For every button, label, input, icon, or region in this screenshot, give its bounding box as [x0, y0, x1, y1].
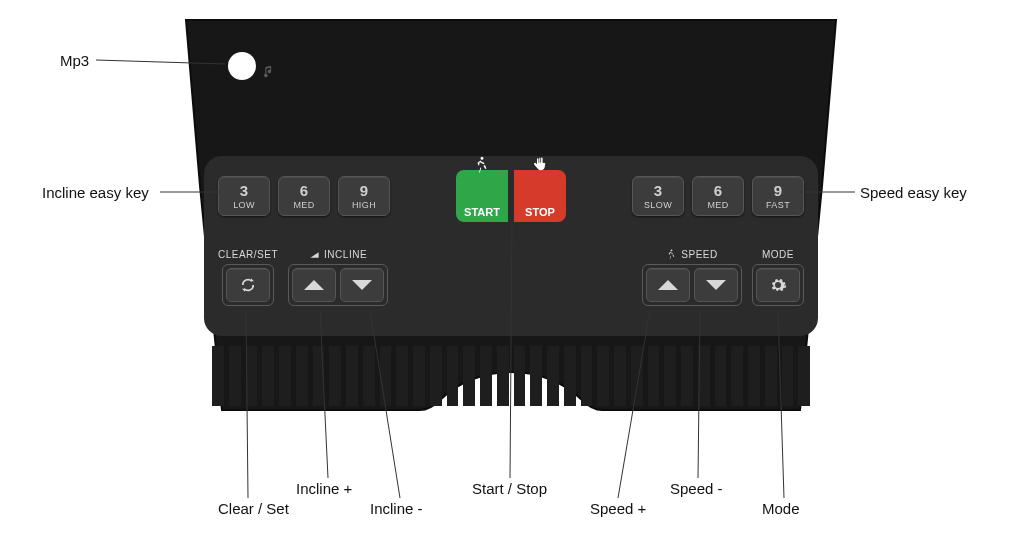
svg-line-4: [320, 310, 328, 478]
svg-line-8: [698, 310, 700, 478]
svg-line-5: [370, 310, 400, 498]
svg-line-7: [618, 310, 650, 498]
svg-line-3: [246, 310, 248, 498]
svg-line-9: [778, 310, 784, 498]
svg-line-0: [96, 60, 225, 64]
svg-line-6: [510, 222, 512, 478]
